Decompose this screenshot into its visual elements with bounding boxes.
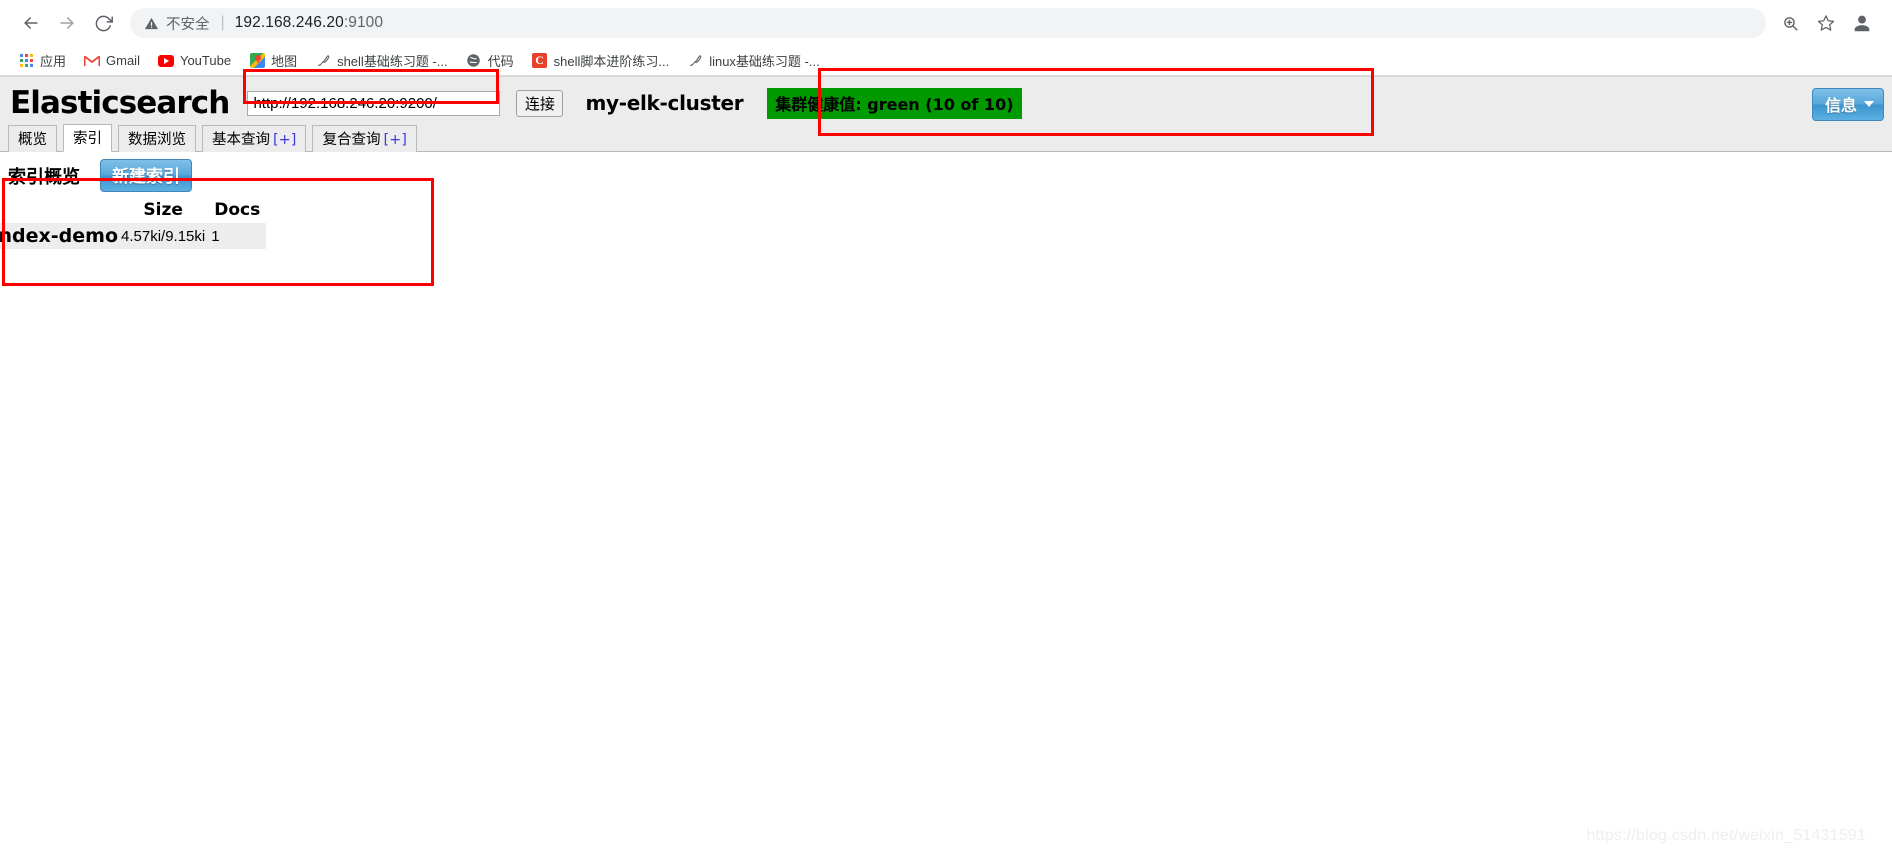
csdn-icon: C [532, 53, 548, 69]
cluster-health-badge: 集群健康值: green (10 of 10) [767, 87, 1022, 119]
youtube-icon [157, 53, 174, 69]
tab-label: 索引 [73, 131, 102, 147]
gmail-icon [84, 53, 101, 69]
tab-indices[interactable]: 索引 [63, 124, 112, 152]
info-button[interactable]: 信息 [1811, 88, 1884, 121]
tab-label: 基本查询 [212, 132, 270, 148]
column-header-name[interactable] [0, 198, 118, 223]
index-table-body: index-demo 4.57ki/9.15ki 1 [0, 223, 267, 249]
star-icon[interactable] [1810, 7, 1842, 39]
pen-icon [687, 53, 703, 69]
watermark: https://blog.csdn.net/weixin_51431591 [1586, 827, 1866, 844]
elasticsearch-head-app: Elasticsearch 连接 my-elk-cluster 集群健康值: g… [0, 77, 1892, 249]
app-header: Elasticsearch 连接 my-elk-cluster 集群健康值: g… [0, 77, 1892, 127]
profile-avatar-icon[interactable] [1846, 7, 1878, 39]
tab-compound-query[interactable]: 复合查询 [+] [312, 125, 417, 152]
table-row[interactable]: index-demo 4.57ki/9.15ki 1 [0, 223, 267, 249]
forward-icon[interactable] [50, 6, 84, 40]
cell-index-name[interactable]: index-demo [0, 223, 119, 249]
page-title: 索引概览 [8, 166, 80, 188]
omnibox-divider: | [220, 14, 225, 31]
table-header-row: Size Docs [0, 198, 266, 223]
bookmark-gmail[interactable]: Gmail [76, 50, 148, 72]
bookmark-code[interactable]: 代码 [458, 48, 522, 73]
tab-expand-icon[interactable]: [+] [383, 132, 406, 148]
bookmark-youtube[interactable]: YouTube [150, 50, 239, 72]
screen: 不安全 | 192.168.246.20:9100 应用 Gmail YouTu… [0, 0, 1892, 855]
google-maps-icon [249, 53, 265, 69]
warning-triangle-icon [144, 17, 159, 29]
security-indicator[interactable]: 不安全 [144, 13, 210, 34]
tab-bar: 概览 索引 数据浏览 基本查询 [+] 复合查询 [+] [0, 124, 1892, 152]
reload-icon[interactable] [86, 6, 120, 40]
address-bar[interactable]: 不安全 | 192.168.246.20:9100 [130, 8, 1766, 38]
column-header-docs[interactable]: Docs [208, 198, 266, 223]
bookmark-label: shell脚本进阶练习... [553, 54, 670, 69]
chevron-down-icon [1864, 101, 1874, 107]
index-table: Size Docs index-demo 4.57ki/9.15ki 1 [0, 198, 267, 249]
back-icon[interactable] [14, 6, 48, 40]
connect-button[interactable]: 连接 [516, 89, 564, 117]
tab-data-browser[interactable]: 数据浏览 [118, 125, 196, 152]
tab-overview[interactable]: 概览 [8, 125, 57, 152]
tab-label: 数据浏览 [128, 132, 186, 148]
pen-icon [315, 53, 331, 69]
index-overview-toolbar: 索引概览 新建索引 [0, 152, 1892, 198]
address-bar-url: 192.168.246.20:9100 [234, 14, 384, 31]
zoom-in-icon[interactable] [1774, 7, 1806, 39]
tab-expand-icon[interactable]: [+] [273, 132, 296, 148]
cluster-url-input[interactable] [247, 90, 501, 116]
bookmark-label: linux基础练习题 -... [709, 54, 820, 69]
security-label: 不安全 [166, 16, 210, 33]
bookmark-linux-basics[interactable]: linux基础练习题 -... [679, 48, 828, 73]
bookmark-maps[interactable]: 地图 [241, 48, 305, 73]
browser-toolbar: 不安全 | 192.168.246.20:9100 [0, 0, 1892, 46]
info-button-label: 信息 [1824, 96, 1857, 115]
cell-index-size: 4.57ki/9.15ki [118, 223, 209, 249]
bookmark-label: 地图 [271, 54, 298, 69]
bookmark-apps[interactable]: 应用 [10, 48, 74, 73]
bookmark-label: shell基础练习题 -... [337, 54, 448, 69]
index-table-head: Size Docs [0, 198, 266, 223]
bookmark-shell-basics[interactable]: shell基础练习题 -... [307, 48, 456, 73]
browser-actions [1774, 7, 1878, 39]
bookmarks-bar: 应用 Gmail YouTube 地图 shell基础练习题 -... 代码 C… [0, 46, 1892, 76]
app-logo: Elasticsearch [10, 85, 230, 121]
bookmark-label: 应用 [40, 54, 67, 69]
column-header-size[interactable]: Size [118, 198, 208, 223]
new-index-button[interactable]: 新建索引 [100, 159, 192, 192]
tab-label: 概览 [18, 132, 47, 148]
bookmark-label: Gmail [106, 53, 140, 68]
apps-grid-icon [18, 53, 34, 69]
cell-index-docs: 1 [208, 223, 267, 249]
bookmark-shell-advanced[interactable]: C shell脚本进阶练习... [524, 48, 678, 73]
tab-basic-query[interactable]: 基本查询 [+] [202, 125, 307, 152]
index-table-container: Size Docs index-demo 4.57ki/9.15ki 1 [0, 198, 292, 249]
bookmark-label: YouTube [179, 53, 232, 68]
tab-label: 复合查询 [322, 132, 381, 148]
globe-icon [466, 53, 482, 69]
browser-chrome: 不安全 | 192.168.246.20:9100 应用 Gmail YouTu… [0, 0, 1892, 77]
cluster-name: my-elk-cluster [585, 91, 744, 115]
bookmark-label: 代码 [487, 54, 514, 69]
